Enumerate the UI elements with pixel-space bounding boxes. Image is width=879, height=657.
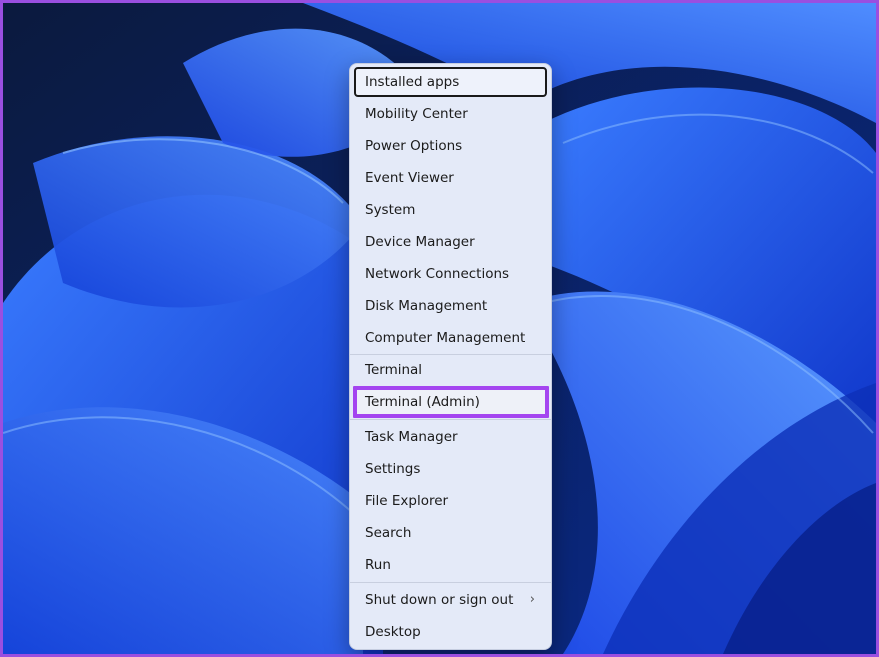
menu-item-event-viewer[interactable]: Event Viewer	[354, 163, 547, 193]
menu-item-task-manager[interactable]: Task Manager	[354, 422, 547, 452]
menu-item-terminal[interactable]: Terminal	[354, 355, 547, 385]
menu-item-system[interactable]: System	[354, 195, 547, 225]
menu-item-computer-management[interactable]: Computer Management	[354, 323, 547, 353]
desktop-screen: Installed apps Mobility Center Power Opt…	[0, 0, 879, 657]
menu-item-power-options[interactable]: Power Options	[354, 131, 547, 161]
menu-item-device-manager[interactable]: Device Manager	[354, 227, 547, 257]
menu-item-network-connections[interactable]: Network Connections	[354, 259, 547, 289]
winx-context-menu: Installed apps Mobility Center Power Opt…	[349, 63, 552, 650]
menu-item-shut-down-label: Shut down or sign out	[365, 592, 514, 608]
menu-item-shut-down[interactable]: Shut down or sign out ›	[354, 585, 547, 615]
menu-item-installed-apps[interactable]: Installed apps	[354, 67, 547, 97]
menu-item-mobility-center[interactable]: Mobility Center	[354, 99, 547, 129]
menu-separator	[350, 582, 551, 583]
menu-item-run[interactable]: Run	[354, 550, 547, 580]
menu-separator	[350, 419, 551, 420]
menu-item-search[interactable]: Search	[354, 518, 547, 548]
menu-item-file-explorer[interactable]: File Explorer	[354, 486, 547, 516]
menu-item-desktop[interactable]: Desktop	[354, 617, 547, 647]
chevron-right-icon: ›	[529, 592, 535, 607]
menu-item-terminal-admin[interactable]: Terminal (Admin)	[353, 386, 549, 418]
menu-item-settings[interactable]: Settings	[354, 454, 547, 484]
menu-item-disk-management[interactable]: Disk Management	[354, 291, 547, 321]
